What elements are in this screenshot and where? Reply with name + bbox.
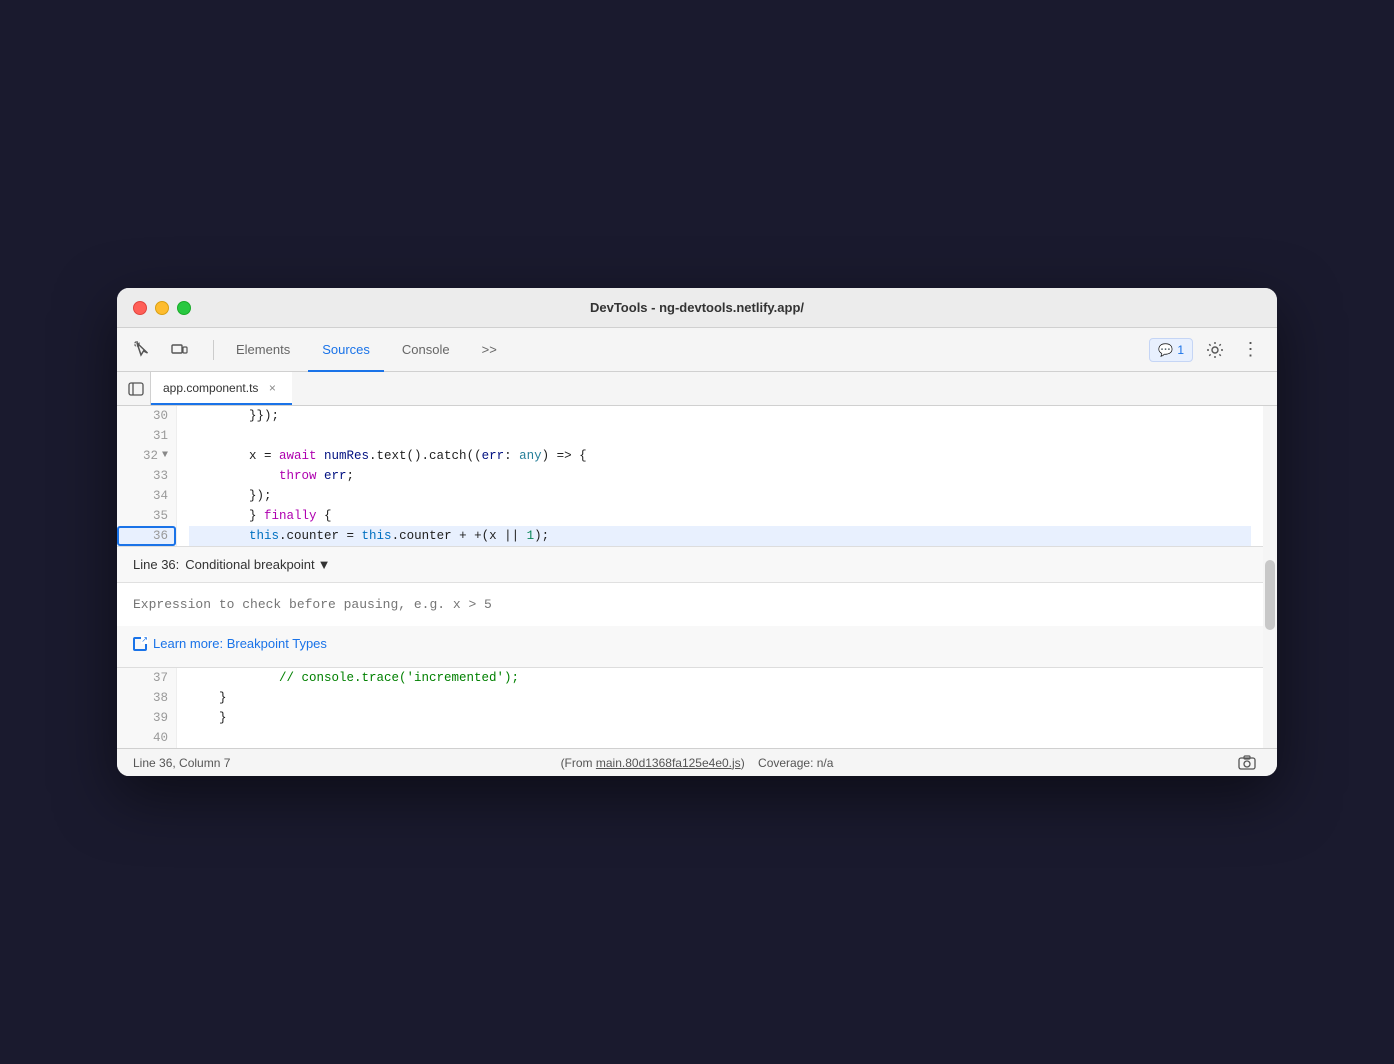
file-tab-name: app.component.ts: [163, 381, 258, 395]
coverage-text: Coverage: n/a: [758, 756, 833, 770]
tab-more[interactable]: >>: [468, 328, 511, 372]
source-file-link[interactable]: main.80d1368fa125e4e0.js: [596, 756, 741, 770]
vertical-scrollbar[interactable]: [1263, 406, 1277, 748]
learn-more-link[interactable]: Learn more: Breakpoint Types: [133, 636, 1247, 651]
line-numbers: 30 31 32▼ 33 34 35 36: [117, 406, 177, 546]
three-dots-icon: ⋮: [1242, 339, 1261, 360]
code-line-37: // console.trace('incremented');: [189, 668, 1251, 688]
breakpoint-expression-input[interactable]: [133, 593, 1247, 616]
badge-icon: 💬: [1158, 343, 1173, 357]
code-line-31: [189, 426, 1251, 446]
minimize-button[interactable]: [155, 301, 169, 315]
source-from-text: (From: [561, 756, 596, 770]
file-tab-bar: app.component.ts ×: [117, 372, 1277, 406]
line-num-34: 34: [117, 486, 176, 506]
breakpoint-type-dropdown[interactable]: Conditional breakpoint ▼: [185, 557, 330, 572]
line-num-40: 40: [117, 728, 176, 748]
toolbar-right: 💬 1 ⋮: [1149, 336, 1265, 364]
status-bar: Line 36, Column 7 (From main.80d1368fa12…: [117, 748, 1277, 776]
screenshot-icon: [1238, 755, 1256, 771]
toolbar-icons: [129, 336, 193, 364]
line-num-32: 32▼: [117, 446, 176, 466]
file-tab-app-component[interactable]: app.component.ts ×: [151, 372, 292, 405]
more-options-button[interactable]: ⋮: [1237, 336, 1265, 364]
status-right: [885, 749, 1261, 777]
bp-line-label: Line 36:: [133, 557, 179, 572]
divider: [213, 340, 214, 360]
line-numbers-bottom: 37 38 39 40: [117, 668, 177, 748]
code-line-39: }: [189, 708, 1251, 728]
source-file-name: main.80d1368fa125e4e0.js: [596, 756, 741, 770]
window-title: DevTools - ng-devtools.netlify.app/: [590, 300, 804, 315]
sidebar-icon: [128, 381, 144, 397]
device-icon: [170, 341, 188, 359]
code-block-bottom: 37 38 39 40 // console.trace('incremente…: [117, 668, 1263, 748]
bp-type-label: Conditional breakpoint: [185, 557, 314, 572]
tab-console[interactable]: Console: [388, 328, 464, 372]
cursor-position: Line 36, Column 7: [133, 756, 230, 770]
tab-elements[interactable]: Elements: [222, 328, 304, 372]
code-line-30: }});: [189, 406, 1251, 426]
line-num-35: 35: [117, 506, 176, 526]
title-bar: DevTools - ng-devtools.netlify.app/: [117, 288, 1277, 328]
close-button[interactable]: [133, 301, 147, 315]
screenshot-button[interactable]: [1233, 749, 1261, 777]
badge-count: 1: [1177, 343, 1184, 357]
code-lines-bottom: // console.trace('incremented'); } }: [177, 668, 1263, 748]
line-num-38: 38: [117, 688, 176, 708]
scrollbar-thumb[interactable]: [1265, 560, 1275, 630]
code-line-32: x = await numRes.text().catch((err: any)…: [189, 446, 1251, 466]
line-num-30: 30: [117, 406, 176, 426]
code-main: 30 31 32▼ 33 34 35 36 }}); x = await num…: [117, 406, 1263, 748]
device-toolbar-button[interactable]: [165, 336, 193, 364]
inspect-element-button[interactable]: [129, 336, 157, 364]
breakpoint-header: Line 36: Conditional breakpoint ▼: [117, 547, 1263, 583]
code-line-35: } finally {: [189, 506, 1251, 526]
source-end-text: ): [741, 756, 745, 770]
settings-button[interactable]: [1201, 336, 1229, 364]
code-line-38: }: [189, 688, 1251, 708]
status-source: (From main.80d1368fa125e4e0.js) Coverage…: [509, 756, 885, 770]
line-num-37: 37: [117, 668, 176, 688]
learn-more-text: Learn more: Breakpoint Types: [153, 636, 327, 651]
code-lines-top: }}); x = await numRes.text().catch((err:…: [177, 406, 1263, 546]
status-position: Line 36, Column 7: [133, 756, 509, 770]
line-num-33: 33: [117, 466, 176, 486]
devtools-window: DevTools - ng-devtools.netlify.app/ Elem…: [117, 288, 1277, 776]
traffic-lights: [133, 301, 191, 315]
code-line-33: throw err;: [189, 466, 1251, 486]
main-toolbar: Elements Sources Console >> 💬 1 ⋮: [117, 328, 1277, 372]
console-badge-button[interactable]: 💬 1: [1149, 338, 1193, 362]
external-link-icon: [133, 637, 147, 651]
line-num-39: 39: [117, 708, 176, 728]
gear-icon: [1206, 341, 1224, 359]
file-tab-close[interactable]: ×: [264, 380, 280, 396]
line-num-31: 31: [117, 426, 176, 446]
breakpoint-popup: Line 36: Conditional breakpoint ▼ Learn …: [117, 546, 1263, 668]
breakpoint-input-area: [117, 583, 1263, 626]
tab-sources[interactable]: Sources: [308, 328, 384, 372]
bp-dropdown-arrow: ▼: [318, 557, 331, 572]
breakpoint-link-area: Learn more: Breakpoint Types: [117, 626, 1263, 667]
code-line-40: [189, 728, 1251, 748]
maximize-button[interactable]: [177, 301, 191, 315]
line-num-36: 36: [117, 526, 176, 546]
cursor-icon: [134, 341, 152, 359]
sidebar-toggle-button[interactable]: [121, 372, 151, 405]
code-block-top: 30 31 32▼ 33 34 35 36 }}); x = await num…: [117, 406, 1263, 546]
code-line-36: this.counter = this.counter + +(x || 1);: [189, 526, 1251, 546]
code-section: 30 31 32▼ 33 34 35 36 }}); x = await num…: [117, 406, 1277, 748]
code-line-34: });: [189, 486, 1251, 506]
